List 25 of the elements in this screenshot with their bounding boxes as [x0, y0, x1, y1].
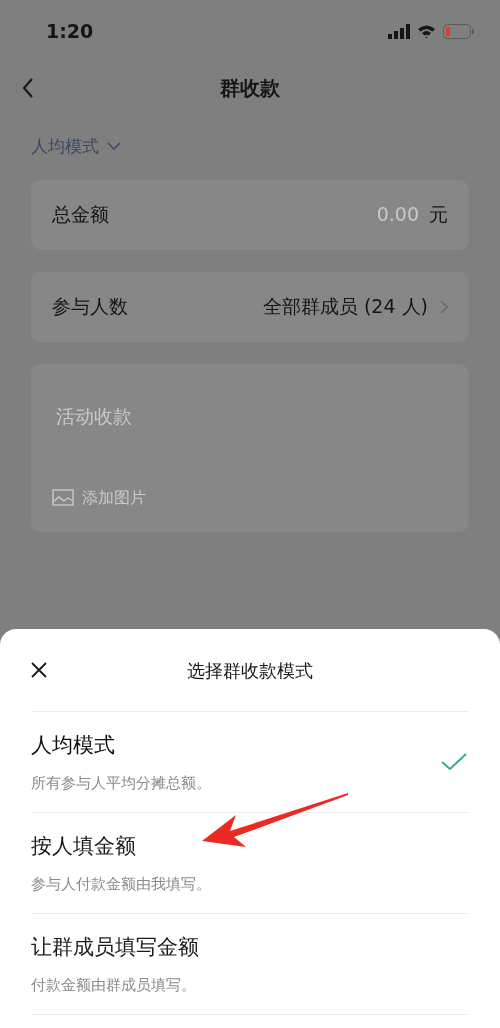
signal-icon [388, 23, 410, 39]
close-icon [30, 661, 48, 679]
option-title: 让群成员填写金额 [31, 934, 199, 961]
currency-unit: 元 [429, 202, 448, 228]
participants-label: 参与人数 [52, 294, 128, 320]
option-description: 付款金额由群成员填写。 [31, 974, 197, 996]
checkmark-icon [441, 753, 467, 771]
participants-row[interactable]: 参与人数 全部群成员 (24 人) [31, 271, 469, 342]
amount-input[interactable]: 0.00 [359, 200, 419, 229]
option-title: 按人填金额 [31, 833, 137, 860]
wifi-icon [417, 23, 436, 39]
page-title: 群收款 [220, 75, 280, 102]
note-input[interactable]: 活动收款 [52, 401, 448, 430]
option-title: 人均模式 [31, 732, 116, 759]
status-time: 1:20 [46, 18, 94, 44]
total-amount-label: 总金额 [52, 202, 109, 228]
image-icon [52, 489, 74, 506]
chevron-right-icon [440, 299, 448, 314]
participants-value: 全部群成员 (24 人) [262, 294, 428, 320]
battery-icon [443, 23, 474, 39]
chevron-down-icon [107, 142, 121, 152]
option-description: 所有参与人平均分摊总额。 [31, 772, 211, 794]
back-icon [22, 77, 34, 99]
option-description: 参与人付款金额由我填写。 [31, 873, 211, 895]
sheet-title: 选择群收款模式 [187, 658, 313, 683]
